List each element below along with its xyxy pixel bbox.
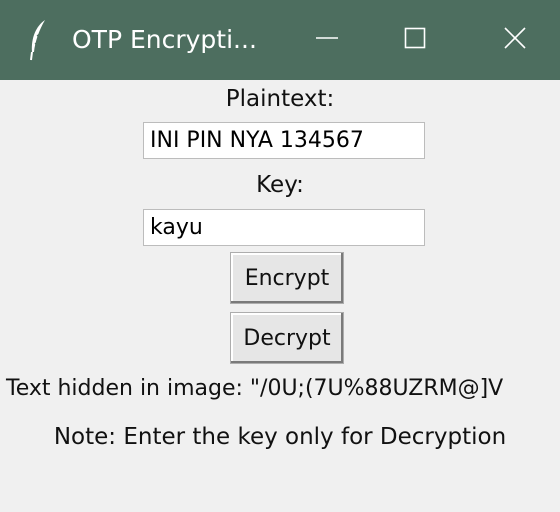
plaintext-label: Plaintext: [225, 86, 335, 112]
decrypt-button[interactable]: Decrypt [230, 312, 344, 364]
key-label: Key: [256, 172, 304, 198]
plaintext-input[interactable] [143, 122, 425, 159]
hidden-text-output: Text hidden in image: "/0U;(7U%88UZRM@]V [6, 376, 504, 401]
minimize-button[interactable] [282, 0, 372, 80]
app-window: OTP Encrypti... Plaintext: INI PIN NYA 1… [0, 0, 560, 512]
encrypt-button[interactable]: Encrypt [230, 252, 344, 304]
decryption-note: Note: Enter the key only for Decryption [53, 424, 507, 450]
minimize-icon [315, 26, 339, 54]
feather-icon [28, 18, 48, 62]
close-button[interactable] [470, 0, 560, 80]
window-title: OTP Encrypti... [72, 25, 257, 54]
close-icon [503, 26, 527, 54]
maximize-button[interactable] [370, 0, 460, 80]
maximize-icon [403, 26, 427, 54]
title-bar[interactable]: OTP Encrypti... [0, 0, 560, 80]
key-input[interactable] [143, 209, 425, 246]
